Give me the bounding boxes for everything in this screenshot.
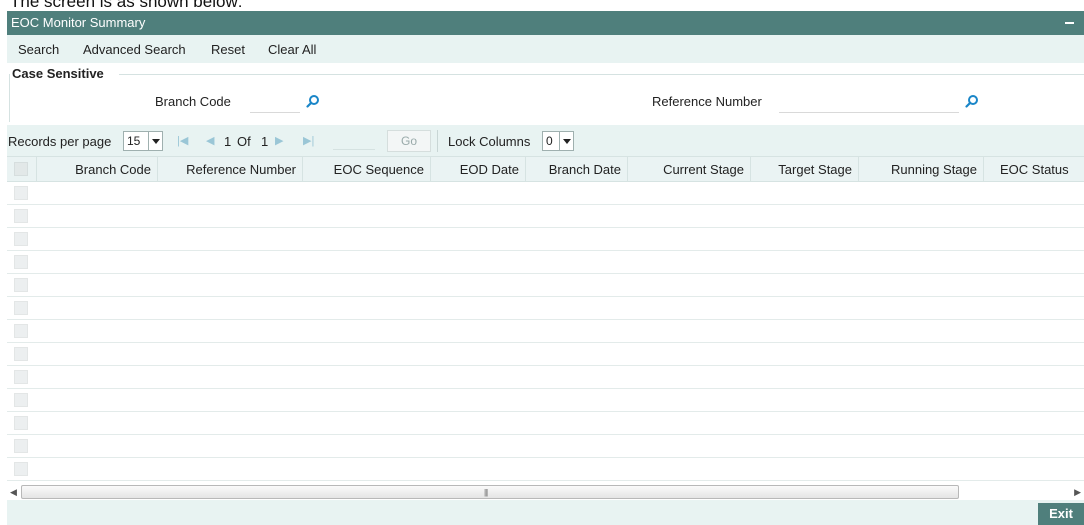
table-row[interactable] <box>7 297 1084 320</box>
clear-all-menu-item[interactable]: Clear All <box>268 42 316 57</box>
branch-code-input[interactable] <box>250 91 300 113</box>
table-row[interactable] <box>7 343 1084 366</box>
results-table-body <box>7 182 1084 481</box>
column-header-branch-date[interactable]: Branch Date <box>526 157 628 182</box>
fieldset-border <box>119 74 1084 75</box>
horizontal-scrollbar[interactable]: ◀ ||| ▶ <box>7 484 1084 500</box>
row-checkbox[interactable] <box>14 232 28 246</box>
row-checkbox[interactable] <box>14 347 28 361</box>
fieldset-border <box>9 74 10 122</box>
window-titlebar: EOC Monitor Summary <box>7 11 1084 35</box>
table-row[interactable] <box>7 251 1084 274</box>
records-per-page-label: Records per page <box>8 134 112 149</box>
row-checkbox[interactable] <box>14 324 28 338</box>
menu-bar: Search Advanced Search Reset Clear All <box>7 35 1084 63</box>
scroll-right-icon[interactable]: ▶ <box>1074 487 1081 498</box>
table-row[interactable] <box>7 182 1084 205</box>
lock-columns-value: 0 <box>546 134 553 148</box>
first-page-icon[interactable]: |◀ <box>177 134 188 147</box>
row-checkbox[interactable] <box>14 393 28 407</box>
footer-bar: Exit <box>7 500 1084 525</box>
advanced-search-menu-item[interactable]: Advanced Search <box>83 42 186 57</box>
chevron-down-icon <box>148 132 162 150</box>
exit-button[interactable]: Exit <box>1038 503 1084 525</box>
row-checkbox[interactable] <box>14 439 28 453</box>
lock-columns-label: Lock Columns <box>448 134 531 149</box>
scrollbar-thumb[interactable]: ||| <box>21 485 959 499</box>
pagination-bar: Records per page 15 |◀ ◀ 1 Of 1 ▶ ▶| Go … <box>7 125 1084 156</box>
window-title: EOC Monitor Summary <box>11 15 146 30</box>
records-per-page-select[interactable]: 15 <box>123 131 163 151</box>
row-checkbox[interactable] <box>14 301 28 315</box>
case-sensitive-legend: Case Sensitive <box>12 66 104 81</box>
row-checkbox[interactable] <box>14 370 28 384</box>
row-checkbox[interactable] <box>14 255 28 269</box>
row-checkbox[interactable] <box>14 186 28 200</box>
column-header-running-stage[interactable]: Running Stage <box>859 157 984 182</box>
search-criteria-panel: Case Sensitive Branch Code Reference Num… <box>7 63 1084 125</box>
table-row[interactable] <box>7 320 1084 343</box>
row-checkbox[interactable] <box>14 462 28 476</box>
branch-code-search-icon[interactable] <box>306 94 320 108</box>
next-page-icon[interactable]: ▶ <box>275 134 283 147</box>
chevron-down-icon <box>559 132 573 150</box>
grip-icon: ||| <box>484 488 488 497</box>
column-header-current-stage[interactable]: Current Stage <box>628 157 751 182</box>
branch-code-label: Branch Code <box>155 94 231 109</box>
results-table-header: Branch Code Reference Number EOC Sequenc… <box>7 156 1084 182</box>
page-number-input[interactable] <box>333 132 375 150</box>
table-row[interactable] <box>7 412 1084 435</box>
column-header-target-stage[interactable]: Target Stage <box>751 157 859 182</box>
table-row[interactable] <box>7 205 1084 228</box>
last-page-icon[interactable]: ▶| <box>303 134 314 147</box>
reference-number-input[interactable] <box>779 91 959 113</box>
column-header-eoc-status[interactable]: EOC Status <box>984 157 1084 182</box>
pager-separator <box>437 130 438 152</box>
of-label: Of <box>237 134 251 149</box>
total-pages: 1 <box>261 134 269 149</box>
select-all-column <box>7 157 37 182</box>
table-row[interactable] <box>7 389 1084 412</box>
reference-number-label: Reference Number <box>652 94 762 109</box>
row-checkbox[interactable] <box>14 416 28 430</box>
scroll-left-icon[interactable]: ◀ <box>10 487 17 498</box>
select-all-checkbox[interactable] <box>14 162 28 176</box>
row-checkbox[interactable] <box>14 209 28 223</box>
column-header-reference-number[interactable]: Reference Number <box>158 157 303 182</box>
table-row[interactable] <box>7 435 1084 458</box>
row-checkbox[interactable] <box>14 278 28 292</box>
records-per-page-value: 15 <box>127 134 141 148</box>
column-header-branch-code[interactable]: Branch Code <box>37 157 158 182</box>
search-menu-item[interactable]: Search <box>18 42 59 57</box>
table-row[interactable] <box>7 458 1084 481</box>
table-row[interactable] <box>7 274 1084 297</box>
table-row[interactable] <box>7 366 1084 389</box>
reference-number-search-icon[interactable] <box>965 94 979 108</box>
previous-page-icon[interactable]: ◀ <box>206 134 214 147</box>
reset-menu-item[interactable]: Reset <box>211 42 245 57</box>
minimize-icon[interactable] <box>1065 22 1074 24</box>
current-page-number: 1 <box>224 134 232 149</box>
column-header-eoc-sequence[interactable]: EOC Sequence <box>303 157 431 182</box>
go-button[interactable]: Go <box>387 130 431 152</box>
column-header-eod-date[interactable]: EOD Date <box>431 157 526 182</box>
lock-columns-select[interactable]: 0 <box>542 131 574 151</box>
table-row[interactable] <box>7 228 1084 251</box>
